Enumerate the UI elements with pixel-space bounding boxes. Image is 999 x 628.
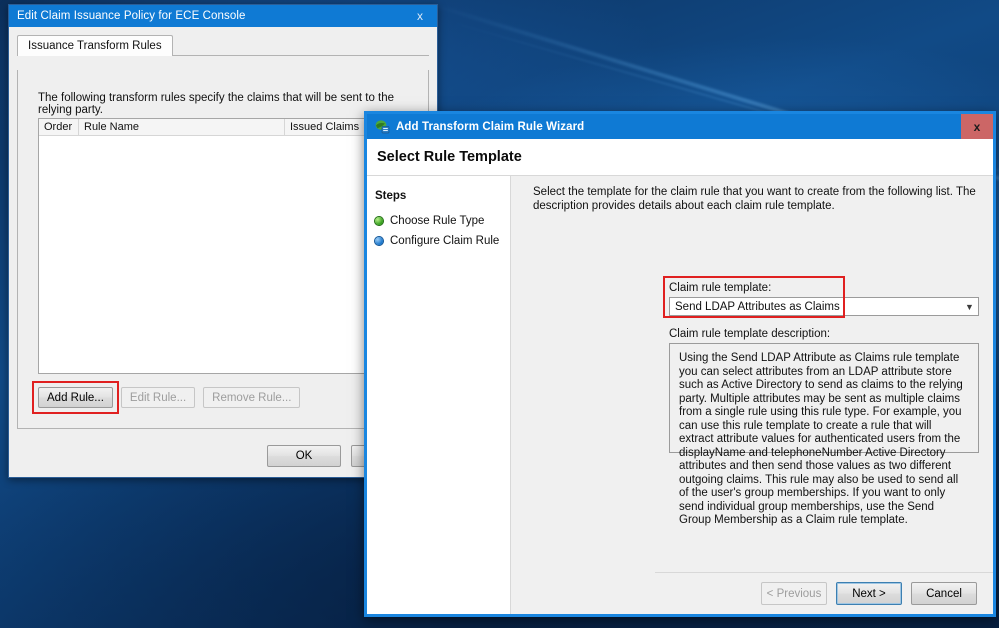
wizard-content-pane: Select the template for the claim rule t… (511, 176, 993, 614)
rules-table-body-empty (39, 136, 409, 373)
tab-label: Issuance Transform Rules (28, 40, 162, 52)
sidebar-item-choose-rule-type[interactable]: Choose Rule Type (375, 211, 510, 231)
add-transform-claim-rule-wizard: Add Transform Claim Rule Wizard x Select… (364, 111, 996, 617)
sidebar-item-label: Configure Claim Rule (390, 235, 500, 247)
close-icon[interactable]: x (961, 114, 993, 139)
close-icon[interactable]: x (403, 5, 437, 27)
ok-button[interactable]: OK (267, 445, 341, 467)
edit-rule-button: Edit Rule... (120, 387, 196, 408)
left-dialog-title-bar: Edit Claim Issuance Policy for ECE Conso… (9, 5, 437, 27)
rules-table-header: Order Rule Name Issued Claims (39, 119, 409, 136)
claim-rule-template-value: Send LDAP Attributes as Claims (675, 300, 840, 313)
wizard-steps-sidebar: Steps Choose Rule Type Configure Claim R… (367, 176, 511, 614)
step-status-dot-icon (375, 237, 383, 245)
column-header-rule-name[interactable]: Rule Name (79, 119, 285, 135)
rules-list-view[interactable]: Order Rule Name Issued Claims (38, 118, 410, 374)
claim-rule-template-select[interactable]: Send LDAP Attributes as Claims ▼ (669, 297, 979, 316)
column-header-order[interactable]: Order (39, 119, 79, 135)
step-status-dot-icon (375, 217, 383, 225)
claim-rule-template-description-text: Using the Send LDAP Attribute as Claims … (679, 352, 963, 526)
sidebar-item-configure-claim-rule[interactable]: Configure Claim Rule (375, 231, 510, 251)
wizard-title-bar: Add Transform Claim Rule Wizard x (367, 114, 993, 139)
add-rule-button[interactable]: Add Rule... (38, 387, 113, 408)
previous-button: < Previous (761, 582, 827, 605)
sidebar-item-label: Choose Rule Type (390, 215, 485, 227)
wizard-footer: < Previous Next > Cancel (655, 572, 993, 614)
page-title: Select Rule Template (377, 149, 522, 165)
claim-rule-template-description-label: Claim rule template description: (669, 328, 831, 340)
add-rule-wrapper: Add Rule... (32, 381, 119, 414)
chevron-down-icon[interactable]: ▼ (961, 298, 978, 315)
cancel-button[interactable]: Cancel (911, 582, 977, 605)
tab-issuance-transform-rules[interactable]: Issuance Transform Rules (17, 35, 173, 56)
remove-rule-button: Remove Rule... (203, 387, 301, 408)
wizard-page-header: Select Rule Template (367, 139, 993, 176)
wizard-instruction-text: Select the template for the claim rule t… (533, 186, 976, 212)
tab-strip: Issuance Transform Rules (17, 35, 429, 56)
wizard-main: Steps Choose Rule Type Configure Claim R… (367, 176, 993, 614)
wizard-title: Add Transform Claim Rule Wizard (396, 120, 585, 133)
rule-action-buttons: Add Rule... Edit Rule... Remove Rule... (32, 381, 301, 414)
claim-rule-globe-icon (375, 119, 390, 134)
steps-heading: Steps (375, 190, 407, 202)
left-dialog-title: Edit Claim Issuance Policy for ECE Conso… (17, 10, 246, 22)
claim-rule-template-description-box: Using the Send LDAP Attribute as Claims … (669, 343, 979, 526)
next-button[interactable]: Next > (836, 582, 902, 605)
claim-rule-template-label: Claim rule template: (669, 282, 772, 294)
